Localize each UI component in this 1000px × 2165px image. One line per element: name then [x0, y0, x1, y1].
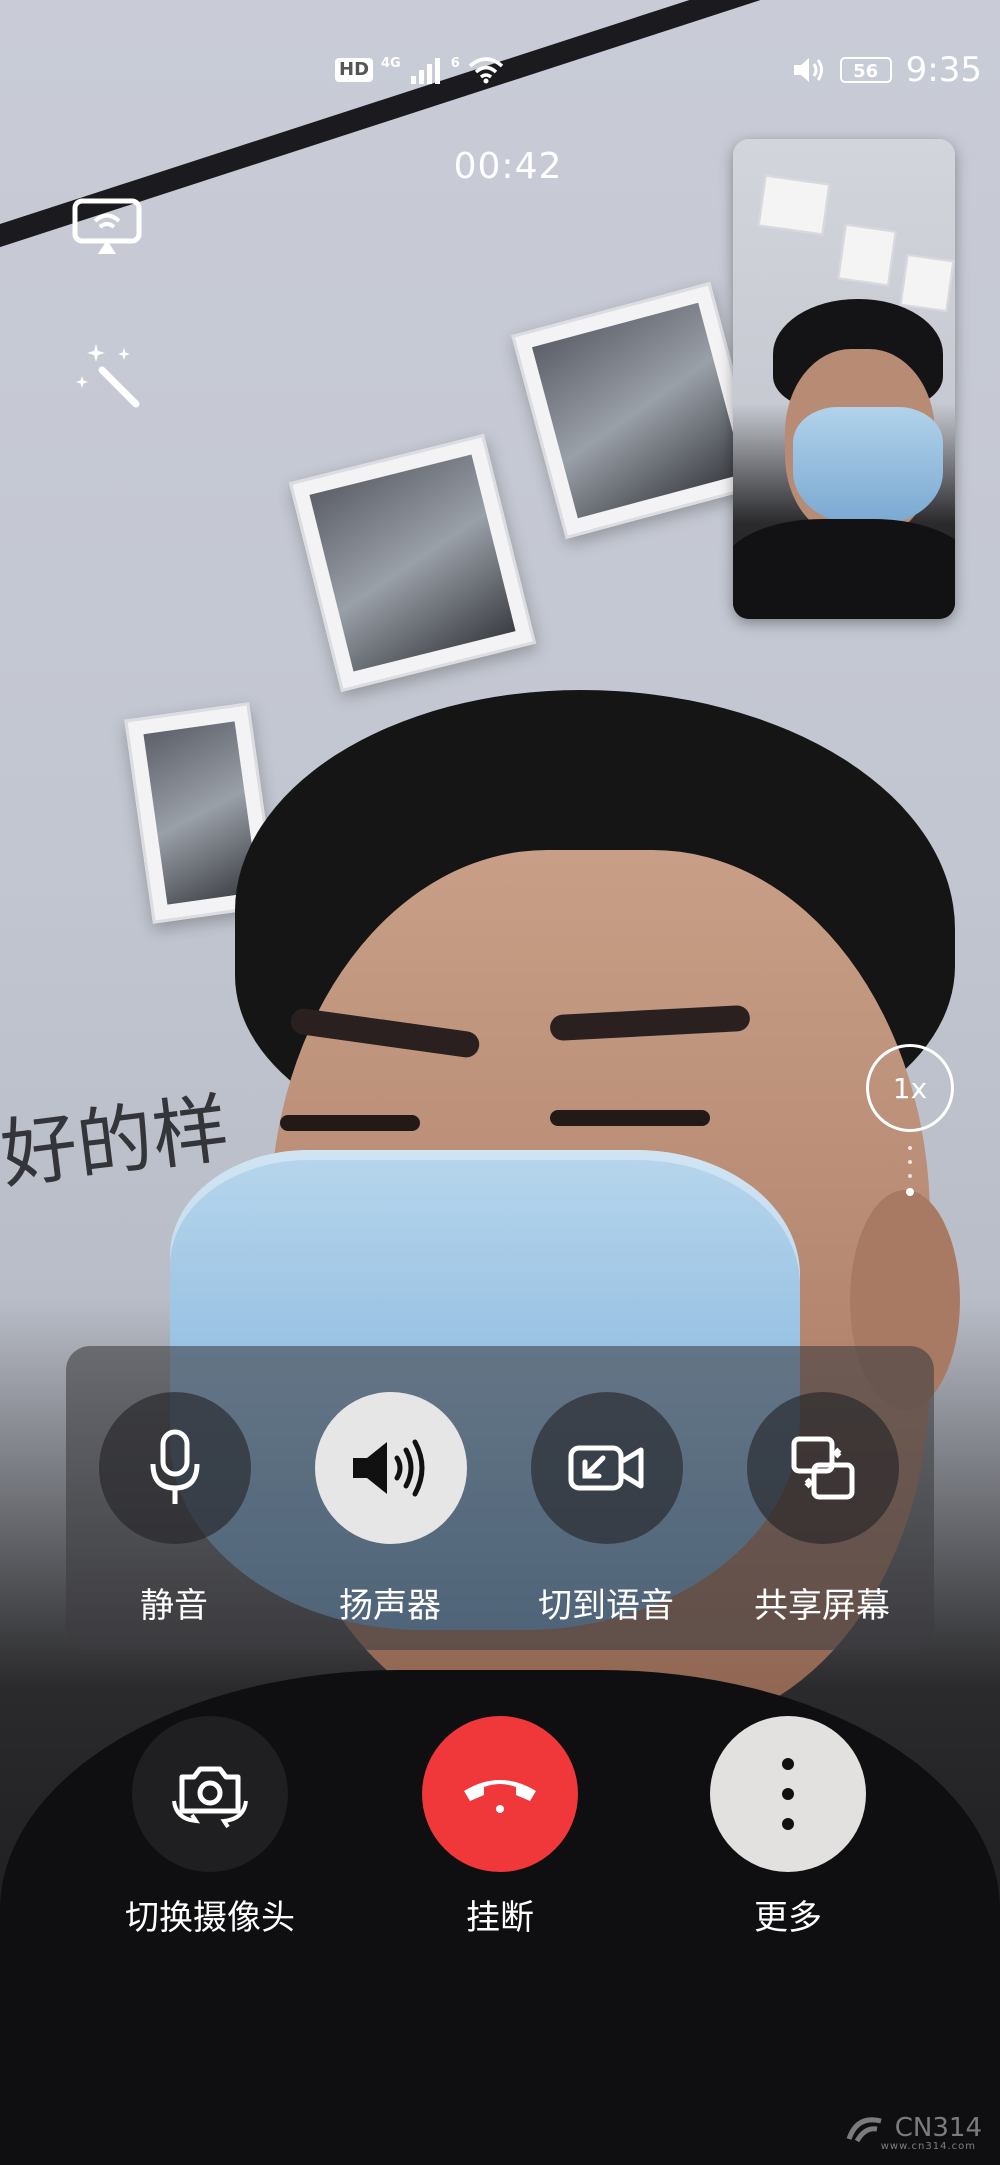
speaker-button[interactable]: 扬声器	[290, 1346, 490, 1650]
zoom-slider[interactable]	[904, 1146, 916, 1206]
watermark-sub: www.cn314.com	[880, 2141, 976, 2152]
cast-button[interactable]	[70, 190, 144, 264]
switch-to-voice-label: 切到语音	[538, 1586, 674, 1626]
call-control-panel: 静音 扬声器 切到语音 共享屏幕	[66, 1346, 934, 1650]
wall-photo-frame	[288, 433, 537, 693]
phone-hangup-icon	[464, 1780, 536, 1813]
volume-icon	[793, 58, 823, 82]
switch-to-voice-button[interactable]: 切到语音	[506, 1346, 706, 1650]
status-bar: HD 4G 6 56 9:35	[0, 50, 1000, 96]
wifi-icon	[468, 57, 503, 84]
mute-button[interactable]: 静音	[74, 1346, 274, 1650]
status-time: 9:35	[905, 50, 982, 90]
wall-photo-frame	[511, 281, 765, 540]
more-button[interactable]: 更多	[688, 1716, 888, 1956]
hd-badge: HD	[335, 58, 374, 82]
network-type-badge: 4G	[381, 56, 401, 71]
speaker-circle[interactable]	[315, 1392, 467, 1544]
status-right: 56 9:35	[792, 50, 982, 90]
hang-up-button[interactable]: 挂断	[400, 1716, 600, 1956]
video-call-screen: 好的样 HD 4G 6 56 9:35 00:42 1x 静音 扬声器 切到语音…	[0, 0, 1000, 2165]
speaker-icon	[353, 1439, 425, 1497]
video-to-voice-icon	[568, 1445, 644, 1491]
screen-cast-icon	[72, 198, 142, 254]
network-indicators: HD 4G 6	[335, 56, 504, 84]
watermark: CN314 www.cn314.com	[843, 2111, 982, 2152]
self-preview[interactable]	[733, 139, 955, 619]
hang-up-circle[interactable]	[422, 1716, 578, 1872]
switch-camera-label: 切换摄像头	[125, 1898, 295, 1938]
share-screen-button[interactable]: 共享屏幕	[722, 1346, 922, 1650]
watermark-logo-icon	[846, 2117, 882, 2143]
speaker-label: 扬声器	[339, 1586, 441, 1626]
zoom-button[interactable]: 1x	[866, 1044, 954, 1132]
mute-label: 静音	[140, 1586, 208, 1626]
more-label: 更多	[754, 1898, 822, 1938]
watermark-brand: CN314	[894, 2113, 982, 2143]
more-vertical-icon	[782, 1758, 794, 1830]
hang-up-label: 挂断	[466, 1898, 534, 1938]
signal-icon	[410, 58, 440, 84]
share-screen-circle[interactable]	[747, 1392, 899, 1544]
beauty-button[interactable]	[72, 338, 146, 412]
wifi-badge: 6	[450, 56, 460, 71]
switch-to-voice-circle[interactable]	[531, 1392, 683, 1544]
mute-circle[interactable]	[99, 1392, 251, 1544]
microphone-icon	[150, 1429, 200, 1504]
share-screen-icon	[791, 1436, 855, 1500]
share-screen-label: 共享屏幕	[754, 1586, 890, 1626]
switch-camera-button[interactable]: 切换摄像头	[110, 1716, 310, 1956]
more-circle[interactable]	[710, 1716, 866, 1872]
magic-wand-icon	[76, 344, 140, 408]
camera-switch-icon	[172, 1766, 248, 1829]
switch-camera-circle[interactable]	[132, 1716, 288, 1872]
battery-indicator: 56	[839, 57, 892, 83]
